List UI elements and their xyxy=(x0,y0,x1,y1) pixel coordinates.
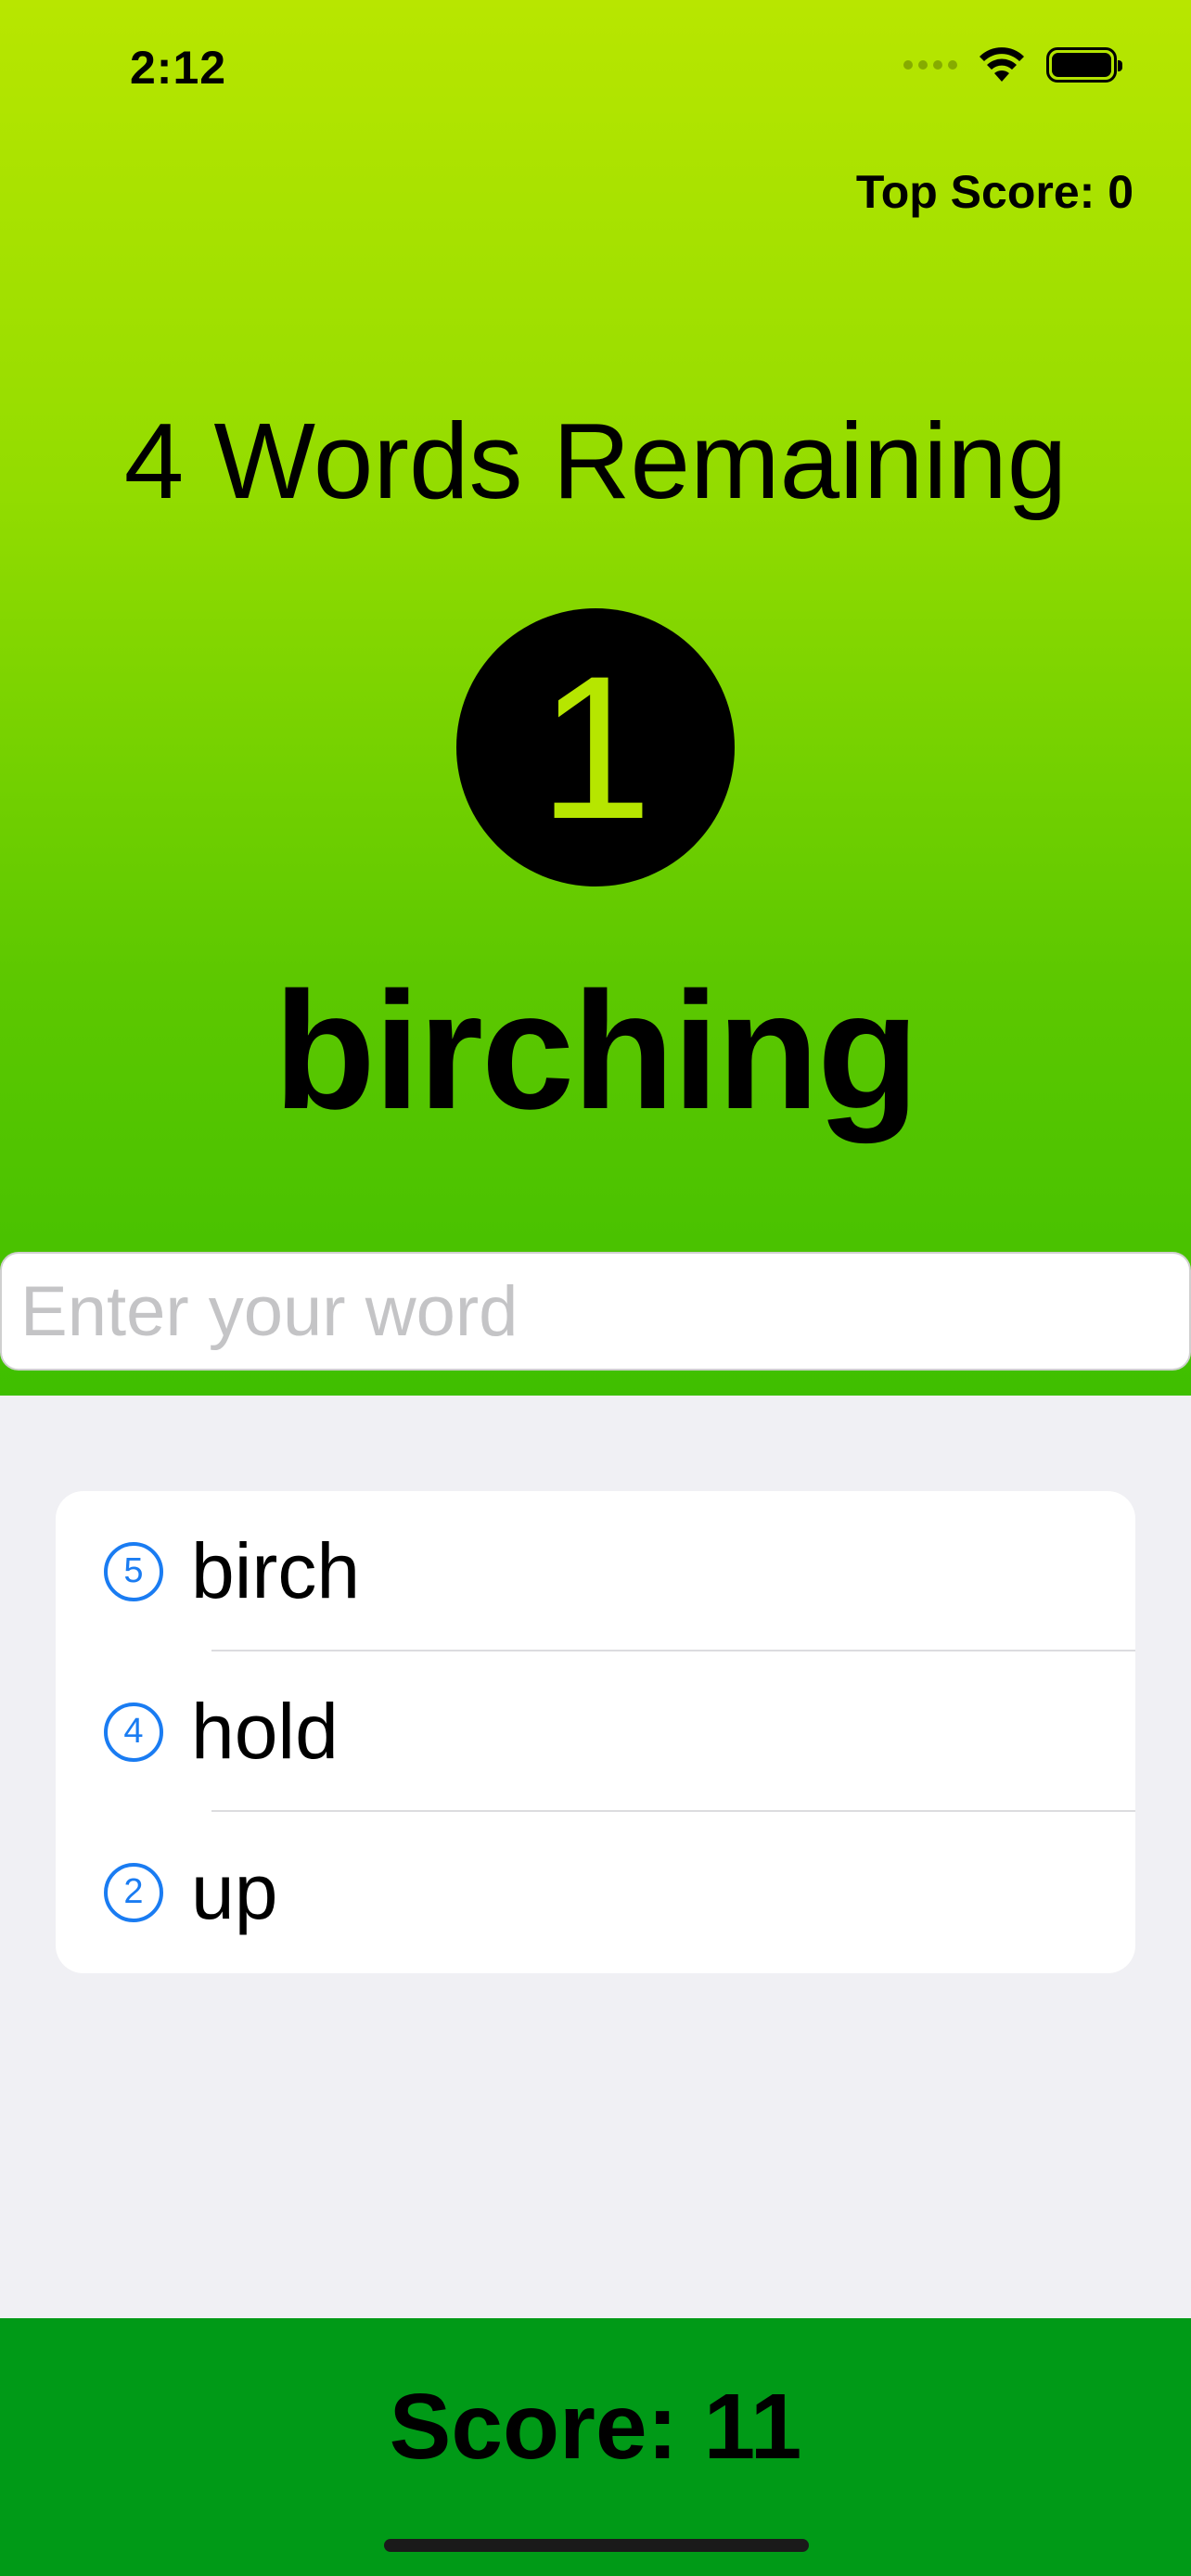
game-header-panel: 2:12 Top Score: 0 4 Words Remaining 1 bi… xyxy=(0,0,1191,1396)
word-input-container[interactable] xyxy=(0,1252,1191,1371)
word-input[interactable] xyxy=(2,1254,1189,1369)
counter-value: 1 xyxy=(538,633,653,861)
found-words-list: 5 birch 4 hold 2 up xyxy=(56,1491,1135,1973)
list-item: 4 hold xyxy=(56,1651,1135,1812)
points-circle-icon: 4 xyxy=(104,1702,163,1762)
points-circle-icon: 5 xyxy=(104,1541,163,1601)
found-word: hold xyxy=(191,1688,339,1775)
list-item: 5 birch xyxy=(56,1491,1135,1651)
top-score-label: Top Score: 0 xyxy=(855,166,1133,218)
current-word: birching xyxy=(274,958,919,1144)
points-circle-icon: 2 xyxy=(104,1862,163,1922)
status-icons xyxy=(903,46,1122,83)
counter-circle: 1 xyxy=(456,608,735,886)
score-label: Score: 11 xyxy=(389,2375,802,2479)
list-item: 2 up xyxy=(56,1812,1135,1972)
found-word: up xyxy=(191,1848,278,1935)
home-indicator[interactable] xyxy=(384,2539,809,2552)
cellular-signal-icon xyxy=(903,60,957,70)
battery-icon xyxy=(1046,47,1122,83)
found-word: birch xyxy=(191,1527,361,1614)
status-time: 2:12 xyxy=(130,42,227,94)
words-remaining-label: 4 Words Remaining xyxy=(123,401,1068,521)
wifi-icon xyxy=(980,47,1024,82)
